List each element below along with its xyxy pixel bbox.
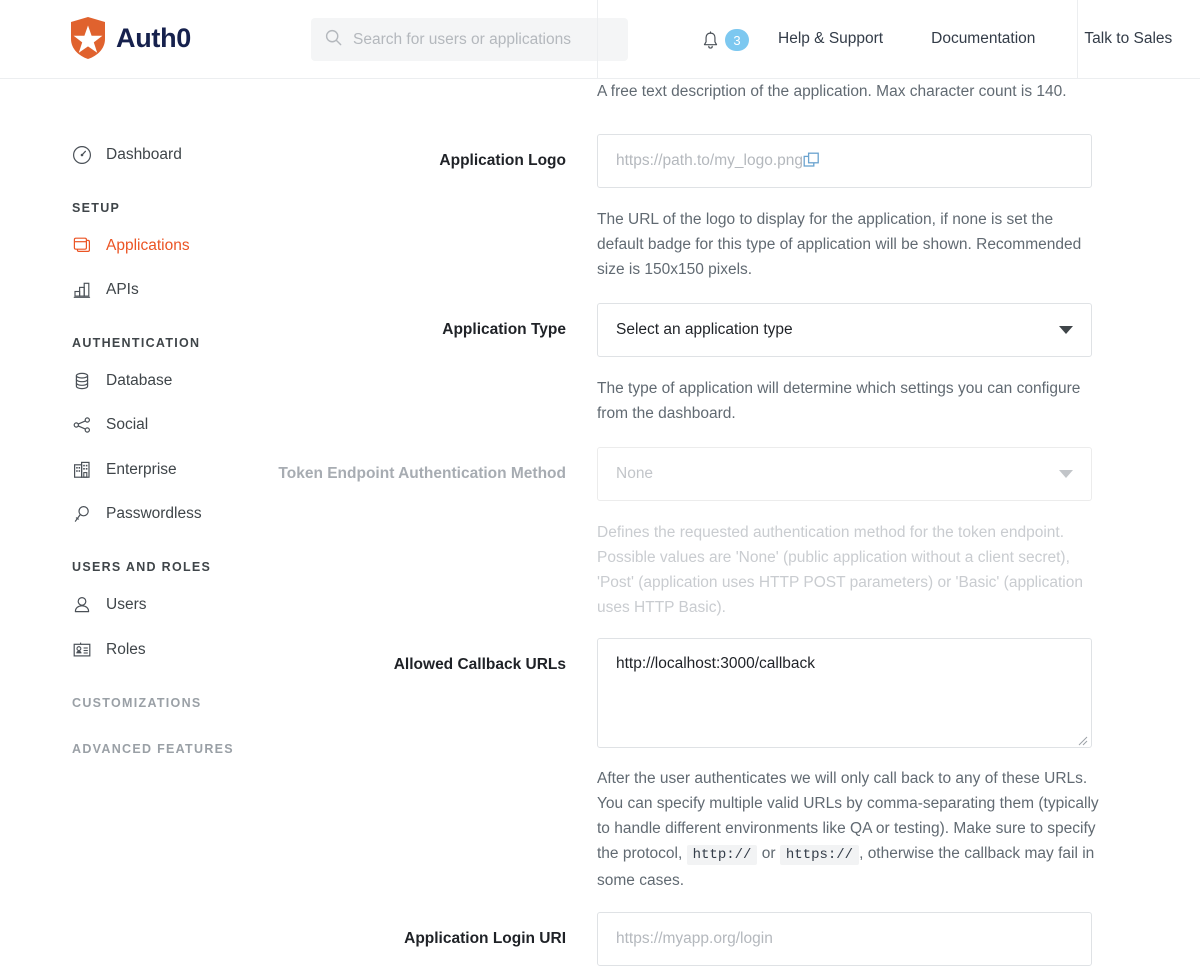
copy-icon[interactable] — [803, 152, 821, 170]
chevron-down-icon — [1059, 470, 1073, 478]
allowed-callback-urls-textarea[interactable]: http://localhost:3000/callback — [597, 638, 1092, 748]
sidebar-section-customizations[interactable]: CUSTOMIZATIONS — [72, 696, 202, 710]
notification-count-badge: 3 — [725, 29, 749, 51]
sidebar-item-label: Enterprise — [106, 461, 177, 478]
application-logo-label: Application Logo — [439, 152, 566, 169]
sidebar-item-roles[interactable]: Roles — [72, 640, 146, 660]
nav-link-talk-to-sales[interactable]: Talk to Sales — [1084, 30, 1172, 48]
sidebar-section-authentication: AUTHENTICATION — [72, 336, 201, 350]
sidebar-nav: Dashboard SETUP Applications APIs AUTHEN… — [0, 79, 300, 975]
callback-hint-or: or — [761, 845, 776, 862]
notifications-button[interactable]: 3 — [702, 29, 749, 51]
sidebar-item-enterprise[interactable]: Enterprise — [72, 460, 177, 480]
sidebar-section-setup: SETUP — [72, 201, 121, 215]
sidebar-item-label: APIs — [106, 281, 139, 298]
application-login-uri-input[interactable]: https://myapp.org/login — [597, 912, 1092, 966]
callback-hint-code-https: https:// — [779, 845, 860, 865]
panel-divider-right — [1077, 0, 1078, 79]
nav-link-documentation[interactable]: Documentation — [931, 30, 1035, 48]
id-card-icon — [72, 640, 92, 660]
application-type-label: Application Type — [442, 321, 566, 338]
auth0-shield-star-icon — [70, 16, 106, 60]
sidebar-item-database[interactable]: Database — [72, 371, 172, 391]
application-type-select[interactable]: Select an application type — [597, 303, 1092, 357]
bar-chart-icon — [72, 280, 92, 300]
sidebar-item-users[interactable]: Users — [72, 595, 146, 615]
application-logo-hint: The URL of the logo to display for the a… — [597, 211, 1082, 278]
user-bust-icon — [72, 595, 92, 615]
sidebar-item-applications[interactable]: Applications — [72, 236, 190, 256]
bell-icon — [702, 30, 719, 50]
chevron-down-icon — [1059, 326, 1073, 334]
share-nodes-icon — [72, 415, 92, 435]
sidebar-item-label: Passwordless — [106, 505, 202, 522]
sidebar-item-label: Social — [106, 416, 149, 433]
allowed-callback-urls-hint: After the user authenticates we will onl… — [597, 766, 1101, 893]
resize-handle-icon[interactable] — [1076, 733, 1088, 746]
token-endpoint-auth-method-label: Token Endpoint Authentication Method — [278, 465, 566, 482]
sidebar-item-label: Database — [106, 372, 173, 389]
speedometer-icon — [72, 145, 92, 165]
search-input[interactable]: Search for users or applications — [311, 18, 628, 61]
nav-link-help-support[interactable]: Help & Support — [778, 30, 883, 48]
application-logo-placeholder: https://path.to/my_logo.png — [616, 152, 803, 169]
sidebar-item-label: Dashboard — [106, 146, 182, 163]
sidebar-item-label: Applications — [106, 237, 190, 254]
panel-divider-left — [597, 0, 598, 79]
sidebar-item-label: Roles — [106, 641, 146, 658]
sidebar-item-social[interactable]: Social — [72, 415, 148, 435]
applications-windows-icon — [72, 236, 92, 256]
key-icon — [72, 504, 92, 524]
search-placeholder: Search for users or applications — [353, 30, 571, 48]
application-type-selected-value: Select an application type — [616, 321, 793, 338]
top-header-bar: Auth0 Search for users or applications 3… — [0, 0, 1200, 79]
token-endpoint-auth-method-hint: Defines the requested authentication met… — [597, 524, 1083, 616]
application-login-uri-placeholder: https://myapp.org/login — [616, 930, 773, 947]
header-nav-links: Help & Support Documentation Talk to Sal… — [778, 30, 1172, 48]
database-cylinder-icon — [72, 371, 92, 391]
brand-name: Auth0 — [116, 22, 191, 53]
application-type-hint: The type of application will determine w… — [597, 380, 1081, 422]
application-login-uri-label: Application Login URI — [404, 930, 566, 947]
sidebar-section-users-and-roles: USERS AND ROLES — [72, 560, 212, 574]
token-endpoint-auth-method-select[interactable]: None — [597, 447, 1092, 501]
allowed-callback-urls-label: Allowed Callback URLs — [393, 656, 566, 673]
application-logo-input[interactable]: https://path.to/my_logo.png — [597, 134, 1092, 188]
description-hint: A free text description of the applicati… — [597, 83, 1067, 100]
building-icon — [72, 460, 92, 480]
allowed-callback-urls-value: http://localhost:3000/callback — [616, 655, 816, 672]
sidebar-item-passwordless[interactable]: Passwordless — [72, 504, 202, 524]
sidebar-item-label: Users — [106, 596, 147, 613]
callback-hint-code-http: http:// — [686, 845, 758, 865]
sidebar-item-dashboard[interactable]: Dashboard — [72, 145, 182, 165]
token-endpoint-auth-method-selected-value: None — [616, 465, 654, 482]
search-icon — [325, 29, 353, 51]
sidebar-section-advanced-features[interactable]: ADVANCED FEATURES — [72, 742, 234, 756]
brand-logo[interactable]: Auth0 — [70, 16, 191, 60]
sidebar-item-apis[interactable]: APIs — [72, 280, 139, 300]
